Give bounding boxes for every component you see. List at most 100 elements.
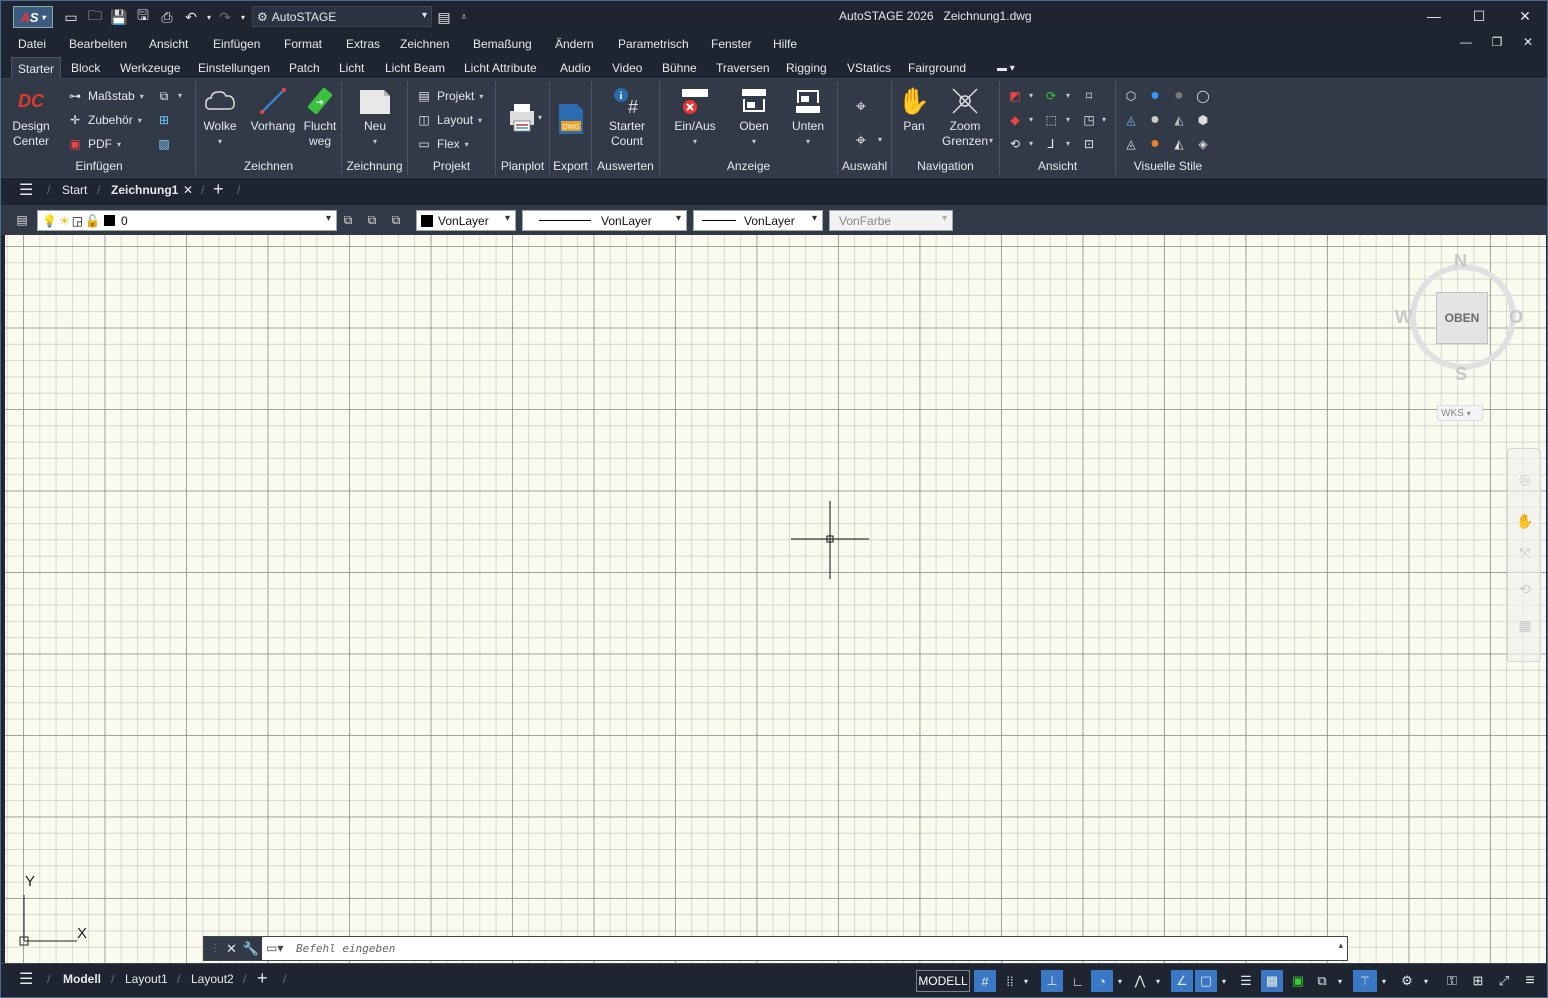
chevron-down-icon[interactable]: ▾ [538,113,542,122]
menu-hilfe[interactable]: Hilfe [773,37,797,51]
image-icon[interactable]: ▨ [155,135,173,153]
tab-vstatics[interactable]: VStatics [841,57,897,79]
chevron-down-icon[interactable]: ▾ [1029,115,1033,124]
workspace-select[interactable]: ⚙ AutoSTAGE ▾ [252,6,432,27]
match-layer-icon[interactable]: ⧉ [363,211,381,229]
pdf-button[interactable]: ▣ PDF ▾ [67,134,121,154]
shaded-edges-icon[interactable]: ● [1146,135,1164,153]
named-views-icon[interactable]: ⌑ [1080,87,1098,105]
save-as-icon[interactable]: 🖫 [133,7,153,27]
doc-restore-icon[interactable]: ❐ [1487,35,1507,53]
flex-button[interactable]: ▭ Flex ▾ [416,134,468,154]
grid-icon[interactable]: # [974,970,996,992]
xray-style-icon[interactable]: ⬢ [1194,111,1212,129]
ribbon-minimize-icon[interactable]: ▬ ▾ [991,57,1021,79]
menu-bemassung[interactable]: Bemaßung [473,37,532,51]
chevron-down-icon[interactable]: ▾ [1219,970,1229,992]
transparency-icon[interactable]: ▩ [1261,970,1283,992]
wireframe-2d-icon[interactable]: ⬡ [1122,87,1140,105]
shaded-style-icon[interactable]: ● [1170,87,1188,105]
undo-icon[interactable]: ↶ [181,7,201,27]
chevron-down-icon[interactable]: ▾ [878,135,882,144]
new-tab-icon[interactable]: + [213,179,224,200]
menu-einfuegen[interactable]: Einfügen [213,37,260,51]
tab-rigging[interactable]: Rigging [780,57,833,79]
zoom-grenzen-button[interactable]: Zoom Grenzen [940,85,990,149]
chevron-down-icon[interactable]: ▾ [1066,91,1070,100]
compass-south[interactable]: S [1455,364,1467,385]
zubehoer-button[interactable]: ✛ Zubehör ▾ [67,110,142,130]
tab-einstellungen[interactable]: Einstellungen [192,57,276,79]
drag-handle-icon[interactable]: ⋮ [210,943,220,954]
tab-werkzeuge[interactable]: Werkzeuge [114,57,186,79]
lineweight-icon[interactable]: ☰ [1235,970,1257,992]
compass-north[interactable]: N [1454,251,1467,272]
ortho-icon[interactable]: ∟ [1067,970,1089,992]
chevron-down-icon[interactable]: ▾ [1115,970,1125,992]
wrench-icon[interactable]: 🔧 [243,941,259,957]
layout-tab-layout1[interactable]: Layout1 [125,972,168,986]
chevron-down-icon[interactable]: ▾ [1102,115,1106,124]
neu-button[interactable]: Neu ▾ [355,85,395,149]
app-menu-button[interactable]: A S ▾ [13,6,53,28]
doc-minimize-icon[interactable]: — [1456,35,1476,53]
einaus-button[interactable]: Ein/Aus ▾ [672,85,718,149]
wolke-button[interactable]: Wolke ▾ [200,85,240,149]
tab-licht-attribute[interactable]: Licht Attribute [458,57,543,79]
sketchy-style-icon[interactable]: ◭ [1170,111,1188,129]
zoom-window-icon[interactable]: ⊡ [1080,135,1098,153]
wireframe-3d-icon[interactable]: ◬ [1122,135,1140,153]
regen-icon[interactable]: ⟳ [1042,87,1060,105]
chevron-down-icon[interactable]: ▾ [1379,970,1389,992]
tab-audio[interactable]: Audio [554,57,597,79]
menu-bearbeiten[interactable]: Bearbeiten [69,37,127,51]
menu-format[interactable]: Format [284,37,322,51]
lineweight-select[interactable]: VonLayer ▾ [693,210,823,231]
3d-osnap-icon[interactable]: ⧉ [1311,970,1333,992]
command-prompt-icon[interactable]: ▭▾ [266,941,283,955]
chevron-down-icon[interactable]: ▾ [1421,970,1431,992]
tab-fairground[interactable]: Fairground [902,57,972,79]
close-tab-icon[interactable]: ✕ [183,183,193,197]
clean-screen-icon[interactable]: ⤢ [1493,970,1515,992]
layer-props-icon[interactable]: ▤ [434,7,454,27]
chevron-down-icon[interactable]: ▾ [1021,970,1031,992]
file-menu-icon[interactable]: ☰ [19,180,33,200]
camera-icon[interactable]: ◳ [1080,111,1098,129]
layout-tab-modell[interactable]: Modell [63,972,101,986]
selection-cycling-icon[interactable]: ▣ [1287,970,1309,992]
compass-east[interactable]: O [1509,307,1523,328]
design-center-button[interactable]: DC Design Center [9,85,53,149]
close-command-line-icon[interactable]: ✕ [226,941,237,957]
customization-menu-icon[interactable]: ≡ [1519,970,1541,992]
pan-button[interactable]: ✋ Pan [898,85,930,134]
chevron-down-icon[interactable]: ▾ [1029,139,1033,148]
annotation-visibility-icon[interactable]: ⚚ [1353,970,1377,992]
menu-ansicht[interactable]: Ansicht [149,37,188,51]
realistic-style-icon[interactable]: ● [1146,87,1164,105]
pan-hand-icon[interactable]: ✋ [1516,513,1534,531]
unten-button[interactable]: Unten ▾ [786,85,830,149]
hidden-style-icon[interactable]: ◯ [1194,87,1212,105]
tab-block[interactable]: Block [65,57,106,79]
layout-tab-layout2[interactable]: Layout2 [191,972,234,986]
file-tab-zeichnung1[interactable]: Zeichnung1 [111,183,178,197]
ucs-object-icon[interactable]: ◆ [1006,111,1024,129]
menu-aendern[interactable]: Ändern [555,37,594,51]
object-snap-icon[interactable]: ▢ [1195,970,1217,992]
gray-style-icon[interactable]: ● [1146,111,1164,129]
conceptual-style-icon[interactable]: ◬ [1122,111,1140,129]
isometric-icon[interactable]: ⋀ [1129,970,1151,992]
make-current-layer-icon[interactable]: ⧉ [339,211,357,229]
ucs-world-icon[interactable]: ◩ [1006,87,1024,105]
tab-patch[interactable]: Patch [283,57,326,79]
projekt-button[interactable]: ▤ Projekt ▾ [416,86,483,106]
new-layout-icon[interactable]: + [257,968,268,989]
print-icon[interactable]: ⎙ [157,7,177,27]
maximize-icon[interactable]: ☐ [1464,5,1494,27]
tab-traversen[interactable]: Traversen [710,57,776,79]
command-input[interactable]: Befehl eingeben [296,942,395,955]
redo-dropdown-icon[interactable]: ▾ [233,7,253,27]
ucs-origin-icon[interactable]: ⬚ [1042,111,1060,129]
doc-close-icon[interactable]: ✕ [1518,35,1538,53]
